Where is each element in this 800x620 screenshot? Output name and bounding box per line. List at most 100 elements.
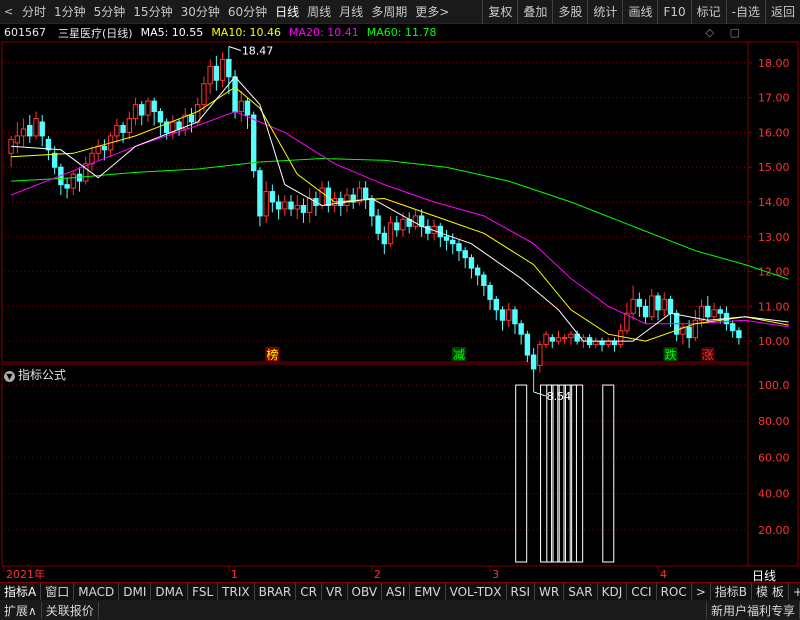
candle-body (549, 337, 555, 342)
candle-body (27, 124, 33, 137)
indicator-tab-13[interactable]: VOL-TDX (446, 583, 507, 600)
candle-body (686, 326, 692, 339)
high-pointer (228, 46, 241, 51)
candle-body (605, 340, 611, 346)
candle-body (487, 284, 493, 300)
candle-body (599, 340, 605, 346)
signal-label: 榜 (266, 347, 278, 362)
candle-body (450, 239, 456, 245)
y-tick-label: 15.00 (758, 161, 790, 174)
indicator-tab-4[interactable]: DMA (151, 583, 189, 600)
ma20-line (10, 111, 789, 328)
indicator-title[interactable]: ▼ 指标公式 (4, 366, 66, 383)
signal-label: 减 (453, 348, 465, 362)
candle-body (188, 114, 195, 123)
low-pointer (533, 391, 546, 397)
indicator-tab-19[interactable]: ROC (657, 583, 692, 600)
indicator-tab-20[interactable]: > (692, 583, 711, 600)
indicator-tab-7[interactable]: BRAR (255, 583, 297, 600)
candle-body (506, 309, 512, 321)
candle-body (213, 65, 220, 81)
indicator-tab-23[interactable]: + (789, 583, 800, 600)
candle-body (263, 191, 269, 217)
candle-body (207, 65, 213, 85)
candle-body (51, 152, 58, 168)
indicator-bar (558, 384, 571, 563)
candle-body (618, 330, 624, 346)
candle-body (630, 298, 636, 314)
ind-y-tick-label: 100.0 (758, 379, 790, 392)
candle-body (642, 305, 649, 318)
candle-body (120, 124, 126, 133)
candle-body (269, 191, 276, 203)
indicator-tab-0[interactable]: 指标A (0, 583, 42, 600)
indicator-tab-2[interactable]: MACD (74, 583, 120, 600)
candle-body (226, 58, 232, 78)
indicator-bar (515, 384, 528, 563)
indicator-tab-11[interactable]: ASI (382, 583, 411, 600)
indicator-tab-12[interactable]: EMV (410, 583, 446, 600)
candle-body (474, 267, 481, 276)
indicator-tab-8[interactable]: CR (296, 583, 322, 600)
indicator-tab-10[interactable]: OBV (348, 583, 383, 600)
indicator-title-label: 指标公式 (18, 368, 67, 382)
candle-body (387, 222, 394, 245)
candle-body (375, 215, 381, 234)
indicator-panel-frame (1, 363, 749, 567)
ind-y-tick-label: 20.00 (758, 524, 790, 537)
candle-body (70, 173, 77, 189)
expand-button[interactable]: 扩展∧ (0, 601, 42, 619)
indicator-tab-16[interactable]: SAR (564, 583, 598, 600)
candle-body (649, 295, 655, 318)
candle-body (562, 337, 568, 340)
candle-body (736, 330, 742, 339)
candle-body (45, 138, 52, 151)
candle-body (412, 215, 419, 227)
signal-label: 涨 (702, 347, 714, 362)
indicator-tab-9[interactable]: VR (322, 583, 348, 600)
candle-body (232, 76, 238, 113)
indicator-tab-14[interactable]: RSI (507, 583, 536, 600)
indicator-tab-3[interactable]: DMI (119, 583, 152, 600)
indicator-tab-15[interactable]: WR (535, 583, 565, 600)
candle-body (468, 257, 475, 269)
candle-body (282, 201, 288, 210)
candle-body (655, 295, 661, 311)
candle-body (319, 187, 325, 206)
candle-body (369, 198, 375, 217)
kline-chart[interactable]: 18.00 17.00 16.00 15.00 14.00 13.00 12.00 11.00… (0, 0, 800, 620)
indicator-tab-17[interactable]: KDJ (598, 583, 628, 600)
indicator-tab-22[interactable]: 模 板 (752, 583, 789, 600)
indicator-tab-6[interactable]: TRIX (218, 583, 255, 600)
indicator-bar (571, 384, 584, 563)
candle-body (437, 225, 444, 238)
x-tick-label: 2 (374, 568, 381, 581)
candle-body (306, 198, 313, 213)
candle-body (157, 111, 164, 123)
y-tick-label: 14.00 (758, 196, 790, 209)
candle-body (593, 340, 599, 346)
candle-body (425, 225, 431, 234)
candle-body (530, 354, 537, 370)
linked-quote-button[interactable]: 关联报价 (42, 601, 99, 619)
y-tick-label: 10.00 (758, 335, 790, 348)
indicator-tab-1[interactable]: 窗口 (41, 583, 75, 600)
indicator-bar (564, 384, 577, 563)
candle-body (275, 201, 282, 210)
candle-body (692, 319, 699, 339)
dropdown-icon[interactable]: ▼ (4, 371, 15, 382)
y-tick-label: 11.00 (758, 300, 790, 313)
candle-body (636, 298, 643, 307)
indicator-tab-21[interactable]: 指标B (711, 583, 753, 600)
status-bar: 扩展∧ 关联报价 新用户福利专享 (0, 600, 800, 620)
indicator-tab-5[interactable]: FSL (188, 583, 219, 600)
signal-label: 跌 (664, 347, 676, 362)
promo-link[interactable]: 新用户福利专享 (705, 601, 800, 619)
candle-body (344, 194, 350, 206)
candle-body (462, 250, 468, 259)
candle-body (481, 274, 487, 286)
indicator-tabs: 指标A 窗口 MACD DMI DMA FSL TRIX BRAR CR VR OBV ASI EMV V… (0, 582, 800, 600)
candle-body (244, 100, 251, 116)
y-tick-label: 12.00 (758, 266, 790, 279)
indicator-tab-18[interactable]: CCI (627, 583, 657, 600)
